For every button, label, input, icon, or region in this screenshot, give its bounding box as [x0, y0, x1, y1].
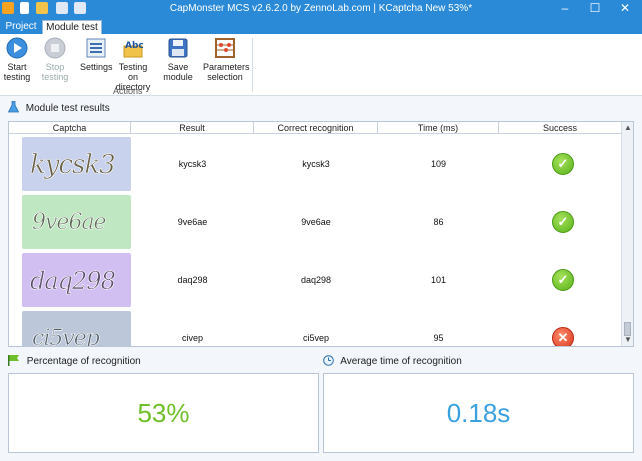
settings-icon: [85, 37, 107, 59]
average-panel: 0.18s: [323, 373, 634, 453]
column-header-correct-recognition[interactable]: Correct recognition: [254, 122, 378, 134]
ribbon-group-divider: [252, 38, 253, 92]
svg-text:Abc: Abc: [125, 41, 144, 51]
success-check-icon: ✓: [552, 211, 574, 233]
parameters-selection-label: Parameters selection: [203, 62, 250, 82]
close-button[interactable]: ✕: [610, 0, 640, 18]
column-header-captcha[interactable]: Captcha: [9, 122, 131, 134]
captcha-text: daq298: [30, 267, 116, 295]
column-header-success[interactable]: Success: [499, 122, 621, 134]
success-check-icon: ✓: [552, 269, 574, 291]
stop-testing-button[interactable]: Stop testing: [33, 37, 77, 82]
tab-project[interactable]: Project: [2, 20, 40, 34]
window-title: CapMonster MCS v2.6.2.0 by ZennoLab.com …: [169, 3, 473, 14]
percentage-value: 53%: [137, 398, 190, 428]
time-cell: 95: [433, 333, 444, 343]
vertical-scrollbar[interactable]: ▲ ▼: [621, 122, 633, 346]
result-cell: daq298: [177, 275, 208, 285]
correct-recognition-cell: daq298: [300, 275, 332, 285]
captcha-image: kycsk3: [22, 137, 131, 191]
module-test-results-header: Module test results: [7, 100, 110, 116]
ribbon: Start testing Stop testing Settings Abc …: [0, 34, 642, 96]
captcha-image: daq298: [22, 253, 131, 307]
correct-recognition-cell: ci5vep: [302, 333, 329, 343]
column-header-time[interactable]: Time (ms): [378, 122, 499, 134]
table-header: Captcha Result Correct recognition Time …: [9, 122, 621, 134]
ribbon-tabs: Project Module test: [0, 18, 642, 34]
abc-folder-icon: Abc: [122, 37, 144, 59]
play-icon: [6, 37, 28, 59]
table-row[interactable]: kycsk3 kycsk3 kycsk3 109 ✓: [9, 135, 621, 193]
flask-icon: [7, 100, 20, 116]
section-title: Module test results: [25, 103, 110, 114]
percentage-panel: 53%: [8, 373, 319, 453]
table-row[interactable]: 9ve6ae 9ve6ae 9ve6ae 86 ✓: [9, 193, 621, 251]
save-module-label: Save module: [163, 62, 193, 82]
settings-button[interactable]: Settings: [80, 37, 113, 72]
correct-recognition-cell: 9ve6ae: [301, 217, 331, 227]
result-cell: civep: [181, 333, 203, 343]
save-icon: [167, 37, 189, 59]
success-check-icon: ✓: [552, 153, 574, 175]
captcha-image: 9ve6ae: [22, 195, 131, 249]
table-row[interactable]: daq298 daq298 daq298 101 ✓: [9, 251, 621, 309]
scroll-down-icon[interactable]: ▼: [622, 334, 633, 346]
settings-label: Settings: [80, 62, 113, 72]
correct-recognition-cell: kycsk3: [302, 159, 330, 169]
captcha-text: kycsk3: [30, 150, 115, 180]
flag-icon: [8, 355, 20, 369]
result-cell: 9ve6ae: [177, 217, 208, 227]
average-label: Average time of recognition: [340, 356, 462, 367]
minimize-button[interactable]: –: [550, 0, 580, 18]
time-cell: 109: [430, 159, 447, 169]
start-testing-label: Start testing: [3, 62, 31, 82]
parameters-selection-button[interactable]: Parameters selection: [203, 37, 250, 82]
scroll-up-icon[interactable]: ▲: [622, 122, 633, 134]
percentage-header: Percentage of recognition: [8, 355, 141, 369]
maximize-button[interactable]: ☐: [580, 0, 610, 18]
percentage-label: Percentage of recognition: [26, 356, 141, 367]
clock-icon: [323, 355, 334, 369]
result-cell: kycsk3: [178, 159, 207, 169]
average-header: Average time of recognition: [323, 355, 462, 369]
testing-on-directory-button[interactable]: Abc Testing on directory: [114, 37, 152, 92]
results-table: Captcha Result Correct recognition Time …: [8, 121, 634, 347]
title-bar: CapMonster MCS v2.6.2.0 by ZennoLab.com …: [0, 0, 642, 18]
table-row[interactable]: ci5vep civep ci5vep 95 ✕: [9, 309, 621, 347]
failure-cross-icon: ✕: [552, 327, 574, 346]
start-testing-button[interactable]: Start testing: [2, 37, 32, 82]
stop-testing-label: Stop testing: [41, 62, 69, 82]
ribbon-group-label: Actions: [113, 86, 143, 96]
time-cell: 101: [430, 275, 447, 285]
captcha-text: ci5vep: [32, 326, 100, 347]
abacus-icon: [214, 37, 236, 59]
captcha-text: 9ve6ae: [32, 210, 107, 235]
tab-module-test[interactable]: Module test: [42, 20, 102, 34]
stop-icon: [44, 37, 66, 59]
captcha-image: ci5vep: [22, 311, 131, 347]
average-value: 0.18s: [446, 398, 511, 428]
time-cell: 86: [433, 217, 444, 227]
save-module-button[interactable]: Save module: [155, 37, 201, 82]
column-header-result[interactable]: Result: [131, 122, 254, 134]
